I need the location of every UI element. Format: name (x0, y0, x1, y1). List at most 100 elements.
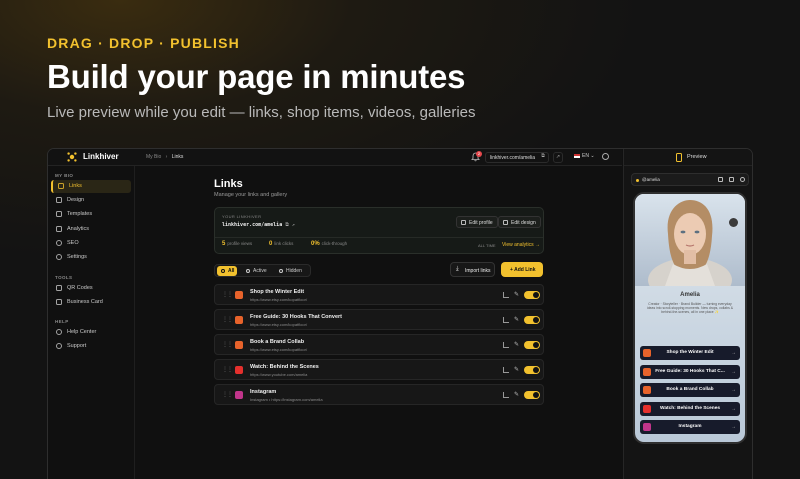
flag-icon (574, 153, 580, 158)
link-title: Free Guide: 30 Hooks That Convert (250, 314, 342, 320)
link-type-icon (235, 316, 243, 324)
link-toggle[interactable] (524, 366, 540, 374)
pencil-icon[interactable]: ✎ (514, 366, 519, 373)
period-label: ALL TIME (478, 243, 496, 248)
pencil-icon[interactable]: ✎ (514, 391, 519, 398)
link-url: Instagram • https://instagram.com/amelia (250, 397, 323, 402)
add-link-button[interactable]: + Add Link (501, 262, 543, 277)
profile-photo (635, 194, 745, 286)
copy-icon[interactable] (729, 177, 734, 182)
hero-eyebrow: DRAG · DROP · PUBLISH (47, 35, 240, 51)
link-toggle[interactable] (524, 291, 540, 299)
link-type-icon (643, 349, 651, 357)
sidebar-item-help-center[interactable]: Help Center (51, 326, 131, 339)
sidebar-item-business-card[interactable]: Business Card (51, 296, 131, 309)
stats-icon[interactable] (503, 392, 509, 398)
link-toggle[interactable] (524, 316, 540, 324)
link-type-icon (235, 366, 243, 374)
link-url: https://www.youtube.com/amelia (250, 372, 308, 377)
stats-icon[interactable] (503, 317, 509, 323)
view-analytics-link[interactable]: View analytics → (502, 242, 540, 248)
preview-link-button[interactable]: Watch: Behind the Scenes → (640, 401, 740, 416)
filter-hidden[interactable]: Hidden (275, 266, 305, 276)
card-url: linkhiver.com/amelia ⧉ ↗ (222, 222, 295, 228)
sidebar-item-label: Templates (67, 211, 93, 217)
stat-link-clicks: 0 link clicks (269, 241, 293, 247)
stats-icon[interactable] (503, 367, 509, 373)
preview-link-button[interactable]: Book a Brand Collab → (640, 383, 740, 397)
filter-label: Active (253, 268, 267, 274)
sidebar-item-qr-codes[interactable]: QR Codes (51, 282, 131, 295)
drag-handle-icon[interactable]: ⋮⋮ (222, 391, 233, 398)
preview-link-title: Book a Brand Collab (666, 387, 714, 392)
preview-link-button[interactable]: Shop the Winter Edit → (640, 346, 740, 360)
sidebar-item-links[interactable]: Links (51, 180, 131, 193)
stats-icon[interactable] (503, 292, 509, 298)
support-icon (56, 343, 62, 349)
filter-all[interactable]: All (217, 266, 238, 276)
globe-icon[interactable] (602, 153, 609, 160)
link-row[interactable]: ⋮⋮ Instagram Instagram • https://instagram… (214, 384, 544, 405)
sidebar-heading-help: HELP (55, 319, 69, 324)
sidebar-item-design[interactable]: Design (51, 194, 131, 207)
breadcrumb-separator: › (165, 154, 168, 160)
eye-off-icon (279, 269, 283, 273)
profile-bio: Creator · Storyteller · Brand Builder — … (647, 302, 733, 315)
drag-handle-icon[interactable]: ⋮⋮ (222, 341, 233, 348)
sidebar-item-label: Help Center (67, 329, 97, 335)
copy-icon[interactable]: ⧉ (285, 222, 289, 228)
sidebar-item-support[interactable]: Support (51, 340, 131, 353)
edit-profile-button[interactable]: Edit profile (456, 216, 498, 228)
pencil-icon (461, 220, 466, 225)
sidebar-item-label: Business Card (67, 299, 103, 305)
preview-link-button[interactable]: Free Guide: 30 Hooks That C... → (640, 364, 740, 379)
all-icon (221, 269, 225, 273)
link-row[interactable]: ⋮⋮ Watch: Behind the Scenes https://www.yo… (214, 359, 544, 380)
stats-icon[interactable] (503, 342, 509, 348)
sidebar-item-templates[interactable]: Templates (51, 208, 131, 221)
share-icon[interactable] (740, 177, 745, 182)
preview-link-title: Watch: Behind the Scenes (659, 405, 721, 411)
open-external-icon[interactable]: ↗ (553, 152, 563, 163)
sidebar-item-settings[interactable]: Settings (51, 251, 131, 264)
sidebar-item-label: Links (69, 183, 82, 189)
link-toggle[interactable] (524, 391, 540, 399)
filter-active[interactable]: Active (242, 266, 270, 276)
edit-design-button[interactable]: Edit design (498, 216, 541, 228)
profile-card: YOUR LINKHIVER linkhiver.com/amelia ⧉ ↗ … (214, 207, 544, 254)
pencil-icon[interactable]: ✎ (514, 316, 519, 323)
link-row[interactable]: ⋮⋮ Free Guide: 30 Hooks That Convert https… (214, 309, 544, 330)
copy-icon[interactable]: ⧉ (538, 152, 548, 163)
card-label: YOUR LINKHIVER (222, 214, 262, 219)
sidebar-item-analytics[interactable]: Analytics (51, 223, 131, 236)
filter-label: All (228, 268, 235, 274)
drag-handle-icon[interactable]: ⋮⋮ (222, 316, 233, 323)
import-links-label: Import links (465, 268, 491, 274)
pencil-icon[interactable]: ✎ (514, 341, 519, 348)
gear-icon (56, 254, 62, 260)
link-row[interactable]: ⋮⋮ Shop the Winter Edit https://www.etsy.c… (214, 284, 544, 305)
palette-icon (503, 220, 508, 225)
edit-photo-icon[interactable] (729, 218, 738, 227)
breadcrumb-current: Links (171, 154, 184, 160)
chevron-down-icon: ⌄ (590, 153, 595, 159)
sidebar-item-seo[interactable]: SEO (51, 237, 131, 250)
breadcrumb-parent[interactable]: My Bio (146, 154, 161, 160)
preview-link-button[interactable]: Instagram → (640, 420, 740, 434)
qr-code-icon[interactable] (718, 177, 723, 182)
link-toggle[interactable] (524, 341, 540, 349)
language-select[interactable]: EN ⌄ (574, 153, 595, 159)
open-external-icon[interactable]: ↗ (292, 222, 295, 228)
drag-handle-icon[interactable]: ⋮⋮ (222, 291, 233, 298)
preview-label: Preview (687, 154, 707, 160)
sidebar-item-label: QR Codes (67, 285, 93, 291)
import-links-button[interactable]: ⤓ Import links (450, 262, 495, 277)
sidebar-item-label: Design (67, 197, 85, 203)
phone-icon (676, 153, 682, 162)
page-title: Links (214, 178, 243, 190)
drag-handle-icon[interactable]: ⋮⋮ (222, 366, 233, 373)
link-row[interactable]: ⋮⋮ Book a Brand Collab https://www.etsy.co… (214, 334, 544, 355)
pencil-icon[interactable]: ✎ (514, 291, 519, 298)
stat-value: 0% (311, 241, 320, 247)
arrow-right-icon: → (731, 405, 736, 412)
